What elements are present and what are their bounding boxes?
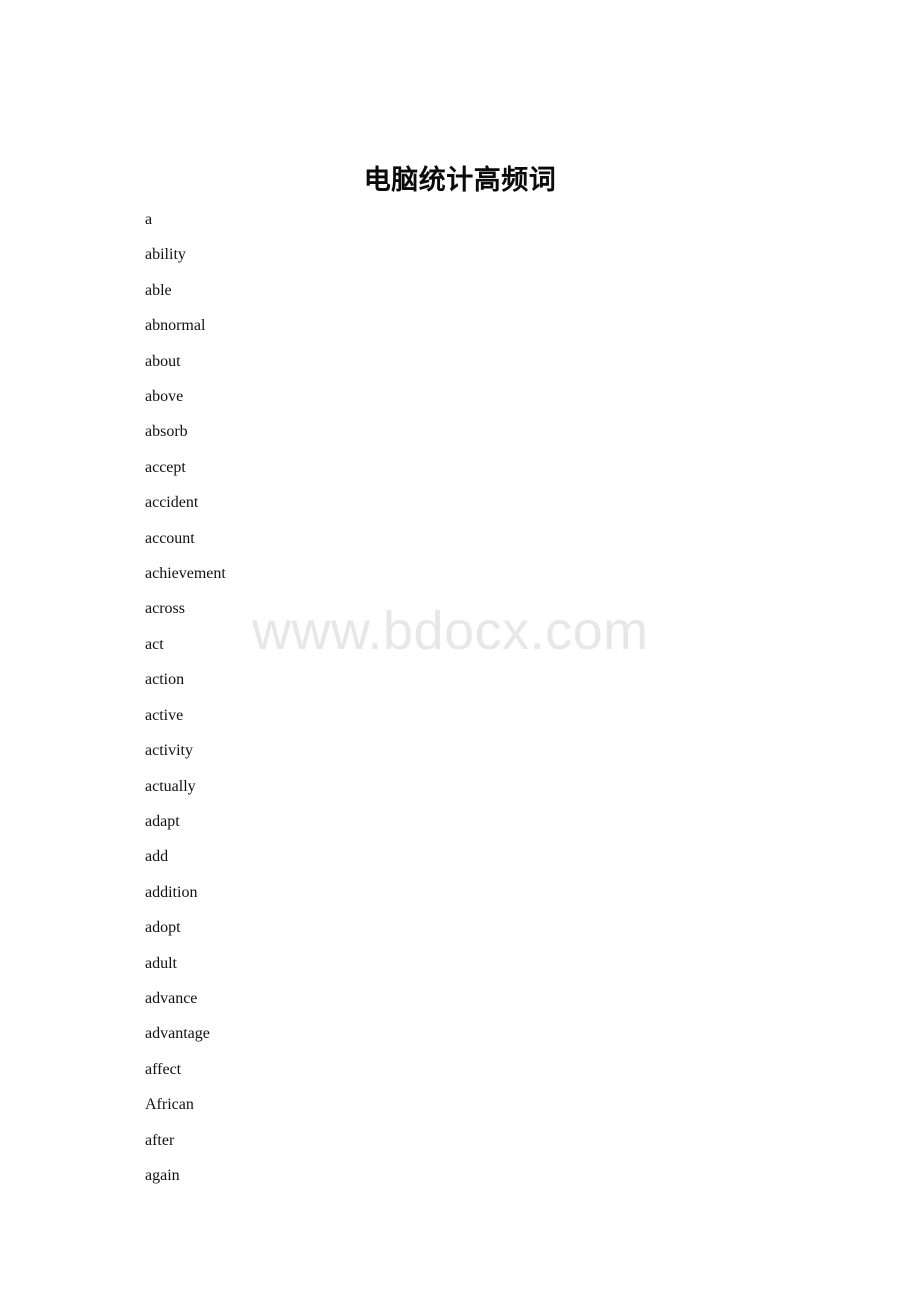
list-item: adult — [145, 954, 177, 972]
list-item: actually — [145, 777, 196, 795]
list-item: adopt — [145, 919, 181, 937]
list-item: after — [145, 1131, 175, 1149]
list-item: absorb — [145, 423, 188, 441]
document-page: www.bdocx.com 电脑统计高频词 a ability able abnorm… — [0, 0, 920, 1302]
list-item: action — [145, 671, 185, 689]
list-item: about — [145, 352, 181, 370]
list-item: ability — [145, 246, 186, 264]
list-item: active — [145, 706, 184, 724]
list-item: advantage — [145, 1025, 210, 1043]
list-item: a — [145, 211, 153, 228]
list-item: again — [145, 1166, 180, 1184]
list-item: above — [145, 388, 184, 406]
list-item: able — [145, 281, 172, 299]
list-item: add — [145, 848, 169, 866]
list-item: across — [145, 600, 185, 618]
list-item: adapt — [145, 812, 180, 830]
list-item: act — [145, 635, 164, 653]
list-item: accident — [145, 494, 199, 512]
watermark-text: www.bdocx.com — [252, 601, 649, 661]
list-item: African — [145, 1096, 194, 1114]
list-item: advance — [145, 989, 198, 1007]
list-item: affect — [145, 1060, 182, 1078]
list-item: achievement — [145, 565, 226, 583]
list-item: activity — [145, 742, 193, 760]
list-item: abnormal — [145, 317, 206, 335]
list-item: account — [145, 529, 195, 547]
list-item: accept — [145, 458, 186, 476]
list-item: addition — [145, 883, 198, 901]
page-title: 电脑统计高频词 — [363, 165, 557, 197]
vocabulary-word-list: a ability able abnormal about above absorb acce… — [145, 202, 226, 1193]
